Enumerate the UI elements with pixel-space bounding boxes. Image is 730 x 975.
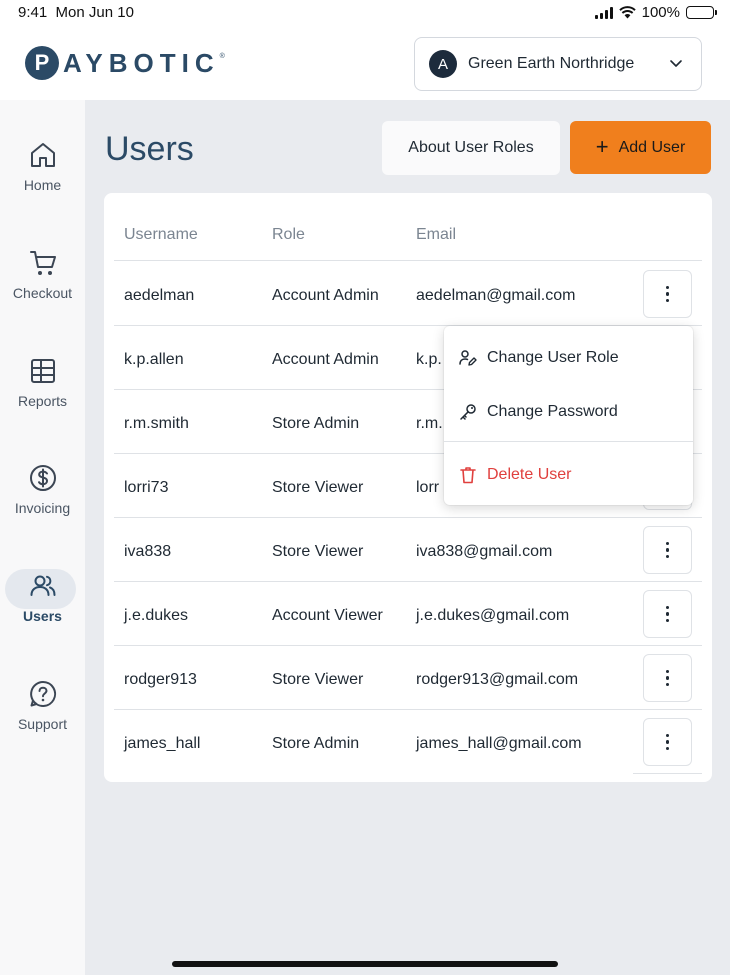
row-email: lorr [416, 479, 440, 496]
row-role: Account Admin [272, 351, 379, 368]
help-circle-icon [29, 680, 56, 707]
logo-registered: ® [219, 52, 225, 60]
row-role: Store Viewer [272, 671, 364, 688]
status-bar: 9:41 Mon Jun 10 100% [0, 0, 730, 26]
page-title: Users [105, 130, 194, 168]
row-actions-button[interactable] [643, 590, 692, 638]
row-email: aedelman@gmail.com [416, 287, 576, 304]
sidebar-item-label: Reports [17, 393, 68, 409]
status-time-text: 9:41 [18, 4, 48, 21]
add-user-button[interactable]: + Add User [570, 121, 711, 174]
dollar-circle-icon [29, 465, 56, 491]
row-email: k.p. [416, 351, 442, 368]
sidebar-item-label: Home [23, 177, 62, 193]
store-avatar: A [429, 50, 457, 78]
sidebar-item-label: Checkout [12, 285, 73, 301]
chevron-down-icon [670, 60, 682, 67]
delete-user-label: Delete User [487, 466, 572, 483]
sidebar-item-label: Support [17, 716, 68, 732]
sidebar-item-users[interactable]: Users [0, 569, 85, 651]
logo-wordmark: AYBOTIC [63, 47, 220, 78]
table-row: iva838 Store Viewer iva838@gmail.com [114, 518, 702, 582]
sidebar-item-label: Users [23, 608, 62, 624]
header-email: Email [416, 226, 457, 243]
row-username: r.m.smith [124, 415, 189, 432]
row-email: james_hall@gmail.com [416, 735, 582, 752]
row-role: Store Admin [272, 415, 360, 432]
sidebar-item-label: Invoicing [14, 500, 71, 516]
change-user-role-option[interactable]: Change User Role [444, 331, 693, 385]
row-context-menu: Change User Role Change Password Delete … [444, 326, 693, 505]
cart-icon [29, 251, 56, 275]
table-row: aedelman Account Admin aedelman@gmail.co… [114, 262, 702, 326]
row-username: iva838 [124, 543, 172, 560]
row-role: Store Admin [272, 735, 360, 752]
trash-icon [460, 467, 476, 484]
row-username: k.p.allen [124, 351, 184, 368]
table-header: Username Role Email [114, 193, 702, 261]
row-email: iva838@gmail.com [416, 543, 553, 560]
store-name: Green Earth Northridge [468, 55, 635, 72]
sidebar: Home Checkout Reports Invoicing Users Su… [0, 100, 85, 975]
status-time: 9:41 Mon Jun 10 [18, 4, 134, 21]
change-user-role-label: Change User Role [487, 349, 619, 366]
row-email: j.e.dukes@gmail.com [416, 607, 570, 624]
table-row: j.e.dukes Account Viewer j.e.dukes@gmail… [114, 582, 702, 646]
users-icon [30, 575, 55, 596]
row-role: Account Viewer [272, 607, 383, 624]
paybotic-logo: P AYBOTIC ® [25, 46, 225, 80]
row-username: aedelman [124, 287, 195, 304]
change-password-option[interactable]: Change Password [444, 385, 693, 439]
wifi-icon [618, 6, 636, 19]
row-actions-button[interactable] [643, 270, 692, 318]
table-icon [30, 359, 55, 383]
about-user-roles-button[interactable]: About User Roles [382, 121, 560, 175]
row-email: r.m. [416, 415, 443, 432]
change-password-label: Change Password [487, 403, 618, 420]
row-actions-button[interactable] [643, 718, 692, 766]
table-row: james_hall Store Admin james_hall@gmail.… [114, 710, 702, 774]
sidebar-item-home[interactable]: Home [0, 140, 85, 220]
row-role: Account Admin [272, 287, 379, 304]
row-role: Store Viewer [272, 543, 364, 560]
battery-percent: 100% [641, 4, 680, 21]
row-username: j.e.dukes [124, 607, 189, 624]
table-row: rodger913 Store Viewer rodger913@gmail.c… [114, 646, 702, 710]
key-icon [460, 404, 476, 420]
row-divider [633, 773, 702, 774]
home-indicator[interactable] [172, 961, 558, 967]
menu-divider [444, 441, 693, 442]
top-bar: 9:41 Mon Jun 10 100% P AYBOTIC ® A Green… [0, 0, 730, 100]
store-selector[interactable]: A Green Earth Northridge [414, 37, 702, 91]
row-username: james_hall [124, 735, 201, 752]
home-icon [30, 143, 55, 167]
delete-user-option[interactable]: Delete User [444, 448, 693, 502]
status-date-text: Mon Jun 10 [55, 4, 134, 21]
row-username: lorri73 [124, 479, 169, 496]
row-role: Store Viewer [272, 479, 364, 496]
row-actions-button[interactable] [643, 526, 692, 574]
sidebar-item-support[interactable]: Support [0, 679, 85, 759]
sidebar-item-invoicing[interactable]: Invoicing [0, 463, 85, 543]
row-username: rodger913 [124, 671, 197, 688]
battery-icon [686, 6, 717, 19]
header-username: Username [124, 226, 198, 243]
user-edit-icon [459, 350, 477, 366]
cellular-signal-icon [594, 6, 613, 19]
sidebar-item-reports[interactable]: Reports [0, 356, 85, 436]
sidebar-item-checkout[interactable]: Checkout [0, 248, 85, 328]
logo-mark: P [25, 46, 59, 80]
add-user-label: Add User [618, 138, 686, 156]
plus-icon: + [595, 133, 609, 159]
row-actions-button[interactable] [643, 654, 692, 702]
header-role: Role [272, 226, 305, 243]
status-indicators: 100% [594, 4, 717, 21]
row-email: rodger913@gmail.com [416, 671, 579, 688]
